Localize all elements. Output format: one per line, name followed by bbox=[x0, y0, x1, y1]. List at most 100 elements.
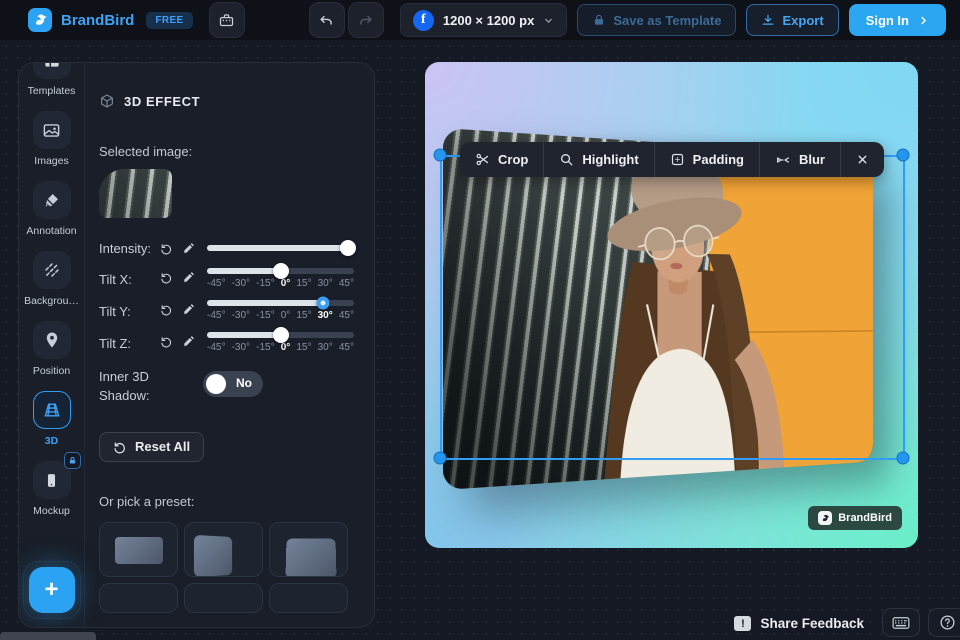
slider-thumb[interactable] bbox=[340, 240, 357, 256]
reset-icon[interactable] bbox=[155, 303, 177, 316]
redo-icon bbox=[357, 12, 374, 29]
sidebar-item-mockup[interactable]: Mockup bbox=[19, 452, 85, 531]
chevron-down-icon bbox=[543, 15, 554, 26]
export-button[interactable]: Export bbox=[746, 4, 839, 36]
highlight-button[interactable]: Highlight bbox=[544, 142, 655, 177]
brand-name: BrandBird bbox=[61, 11, 135, 29]
inner-shadow-toggle[interactable]: No bbox=[203, 371, 263, 397]
add-tool-wrap: + bbox=[22, 561, 81, 619]
template-icon bbox=[42, 63, 62, 70]
selected-image-label: Selected image: bbox=[99, 144, 193, 159]
selected-photo bbox=[99, 169, 172, 218]
reset-icon[interactable] bbox=[155, 335, 177, 348]
clipped-element bbox=[0, 632, 96, 640]
briefcase-icon bbox=[218, 12, 235, 29]
slider-thumb[interactable] bbox=[316, 296, 330, 310]
add-tool-button[interactable]: + bbox=[28, 567, 75, 613]
reset-icon[interactable] bbox=[155, 242, 177, 255]
slider-track[interactable] bbox=[207, 296, 354, 310]
canvas[interactable]: Crop Highlight Padding Blur BrandBird bbox=[425, 62, 918, 548]
reset-icon[interactable] bbox=[155, 271, 177, 284]
pin-icon bbox=[43, 331, 61, 349]
toggle-value: No bbox=[236, 376, 252, 390]
redo-button[interactable] bbox=[347, 2, 384, 38]
slider-thumb[interactable] bbox=[272, 263, 289, 279]
image-icon bbox=[42, 121, 61, 140]
brandbird-logo-icon[interactable] bbox=[28, 8, 52, 32]
close-toolbar-button[interactable] bbox=[841, 142, 884, 177]
pencil-icon[interactable] bbox=[177, 271, 199, 284]
sidebar-item-position[interactable]: Position bbox=[19, 321, 85, 391]
watermark: BrandBird bbox=[808, 506, 902, 530]
selection-handle-bottom-left[interactable] bbox=[433, 451, 447, 465]
preset-option[interactable] bbox=[184, 582, 263, 613]
reset-icon bbox=[113, 440, 127, 454]
selected-image-thumbnail[interactable] bbox=[99, 169, 172, 218]
selection-edge-right bbox=[903, 155, 905, 458]
slider-row-tiltz: Tilt Z: -45° -30° -15° 0° 15° 30° 45° bbox=[99, 327, 354, 356]
person-figure bbox=[602, 151, 785, 480]
marker-icon bbox=[43, 191, 61, 209]
canvas-size-value: 1200 × 1200 px bbox=[442, 12, 535, 28]
canvas-size-dropdown[interactable]: f 1200 × 1200 px bbox=[399, 3, 568, 37]
pencil-icon[interactable] bbox=[177, 335, 199, 348]
padding-button[interactable]: Padding bbox=[655, 142, 760, 177]
keyboard-icon bbox=[892, 616, 910, 630]
preset-flat[interactable] bbox=[99, 521, 178, 577]
selection-edge-left bbox=[440, 155, 442, 458]
preset-option[interactable] bbox=[269, 582, 348, 613]
preset-raised[interactable] bbox=[269, 521, 348, 577]
download-icon bbox=[761, 13, 775, 27]
selection-handle-top-left[interactable] bbox=[433, 148, 447, 162]
left-panel: Templates Images Annotation Backgrou… Positi… bbox=[18, 62, 375, 628]
reset-all-button[interactable]: Reset All bbox=[99, 431, 205, 462]
sidebar-item-images[interactable]: Images bbox=[19, 111, 85, 181]
slider-track[interactable] bbox=[207, 263, 354, 279]
pencil-icon[interactable] bbox=[177, 242, 199, 255]
sidebar-item-templates[interactable]: Templates bbox=[19, 63, 85, 111]
cube-icon bbox=[99, 93, 115, 109]
share-feedback-button[interactable]: ! Share Feedback bbox=[734, 616, 864, 631]
panel-title: 3D EFFECT bbox=[124, 93, 201, 109]
facebook-icon: f bbox=[412, 9, 434, 31]
pencil-icon[interactable] bbox=[177, 303, 199, 316]
chevron-right-icon bbox=[918, 15, 929, 26]
save-as-template-button[interactable]: Save as Template bbox=[577, 4, 737, 36]
slider-ticks: -45° -30° -15° 0° 15° 30° 45° bbox=[207, 278, 354, 289]
inner-shadow-row: Inner 3D Shadow: No bbox=[99, 368, 354, 406]
sign-in-button[interactable]: Sign In bbox=[848, 4, 946, 36]
image-toolbar: Crop Highlight Padding Blur bbox=[460, 142, 884, 177]
slider-thumb[interactable] bbox=[272, 327, 289, 343]
crop-button[interactable]: Crop bbox=[460, 142, 545, 177]
workspace-button[interactable] bbox=[208, 2, 245, 38]
slider-track[interactable] bbox=[207, 240, 357, 256]
preset-tilted[interactable] bbox=[184, 521, 263, 577]
help-button[interactable] bbox=[928, 608, 960, 637]
undo-button[interactable] bbox=[308, 2, 345, 38]
toggle-knob bbox=[206, 374, 226, 394]
keyboard-shortcuts-button[interactable] bbox=[882, 608, 920, 637]
sidebar-item-backgrou-[interactable]: Backgrou… bbox=[19, 251, 85, 321]
question-icon bbox=[939, 614, 956, 631]
striped-wall bbox=[99, 169, 172, 218]
slider-track[interactable] bbox=[207, 327, 354, 343]
plan-badge: FREE bbox=[146, 11, 193, 29]
sidebar-item-3d[interactable]: 3D bbox=[19, 391, 85, 461]
padding-icon bbox=[670, 152, 685, 167]
photo-wrap bbox=[443, 128, 918, 490]
slider-row-tiltx: Tilt X: -45° -30° -15° 0° 15° 30° 45° bbox=[99, 263, 354, 292]
sidebar-item-annotation[interactable]: Annotation bbox=[19, 181, 85, 251]
phone-icon bbox=[43, 472, 60, 489]
selection-handle-bottom-right[interactable] bbox=[896, 451, 910, 465]
magnifier-icon bbox=[559, 152, 574, 167]
selected-photo[interactable] bbox=[443, 128, 873, 490]
slider-group: Intensity: Tilt X: -45° -30° -15° 0° 15° 30° 45°… bbox=[99, 236, 357, 356]
effect-panel: 3D EFFECT Selected image: Intensity: Til… bbox=[85, 63, 374, 627]
preset-option[interactable] bbox=[99, 582, 178, 613]
selection-handle-top-right[interactable] bbox=[896, 148, 910, 162]
selection-edge-bottom bbox=[440, 458, 903, 460]
perspective-grid-icon bbox=[42, 400, 62, 420]
slider-ticks: -45° -30° -15° 0° 15° 30° 45° bbox=[207, 310, 354, 321]
slider-row-intensity: Intensity: bbox=[99, 236, 357, 260]
blur-button[interactable]: Blur bbox=[760, 142, 841, 177]
